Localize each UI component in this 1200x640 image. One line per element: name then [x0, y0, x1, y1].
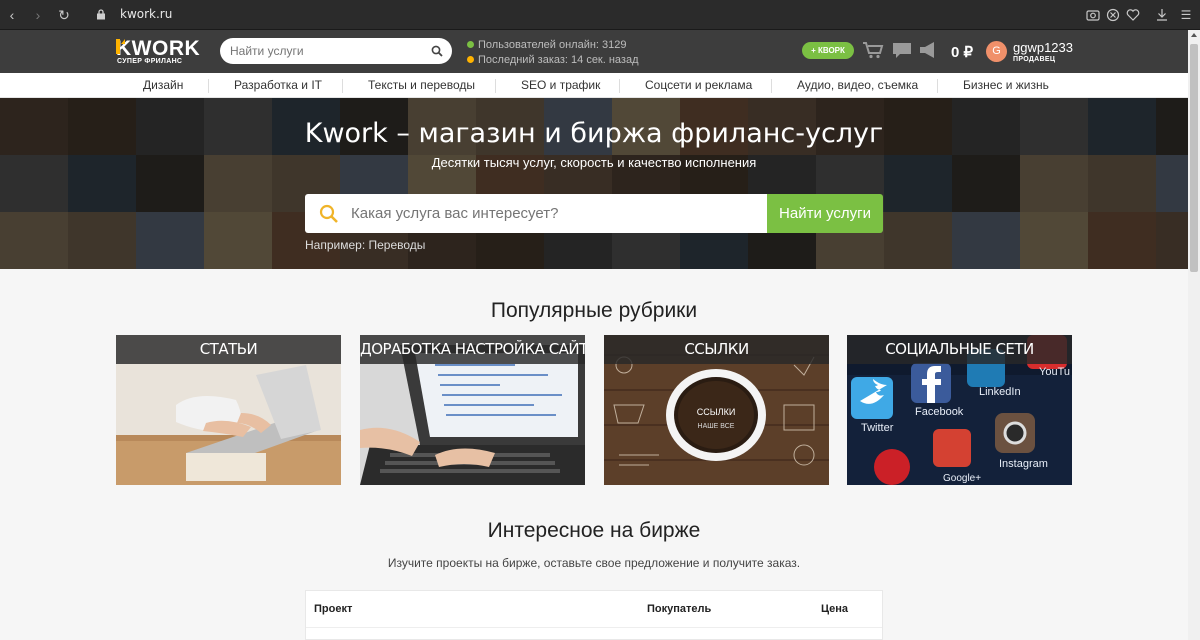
last-order-text: Последний заказ: 14 сек. назад — [478, 54, 639, 66]
hero-search-input[interactable] — [351, 194, 756, 233]
nav-divider — [342, 79, 343, 93]
username[interactable]: ggwp1233 — [1013, 40, 1073, 55]
nav-divider — [495, 79, 496, 93]
scroll-up-icon[interactable] — [1191, 33, 1197, 37]
google-plus-icon — [933, 429, 971, 467]
order-dot-icon — [467, 56, 474, 63]
block-icon[interactable] — [1106, 8, 1120, 22]
category-seo[interactable]: SEO и трафик — [521, 78, 600, 92]
nav-divider — [937, 79, 938, 93]
column-project: Проект — [314, 603, 353, 615]
menu-icon[interactable]: ☰ — [1178, 7, 1194, 23]
card-label-social: СОЦИАЛЬНЫЕ СЕТИ — [847, 335, 1072, 364]
category-social[interactable]: Соцсети и реклама — [645, 78, 752, 92]
browser-toolbar: ‹ › ↻ kwork.ru ☰ — [0, 0, 1200, 30]
messages-icon[interactable] — [892, 41, 912, 59]
reload-icon[interactable]: ↻ — [56, 7, 72, 23]
balance[interactable]: 0 ₽ — [951, 43, 973, 61]
scrollbar-thumb[interactable] — [1190, 44, 1198, 272]
category-design[interactable]: Дизайн — [143, 78, 183, 92]
table-divider — [306, 627, 882, 628]
linkedin-label: LinkedIn — [979, 386, 1021, 398]
card-label-links: ССЫЛКИ — [604, 335, 829, 364]
hero-search — [305, 194, 768, 233]
online-users-text: Пользователей онлайн: 3129 — [478, 39, 627, 51]
notifications-icon[interactable] — [918, 41, 940, 59]
exchange-section-title: Интересное на бирже — [487, 519, 701, 542]
avatar[interactable]: G — [986, 41, 1007, 62]
projects-table: Проект Покупатель Цена — [305, 590, 883, 640]
nav-divider — [208, 79, 209, 93]
pinterest-icon — [874, 449, 910, 485]
category-card-site-setup[interactable]: ДОРАБОТКА НАСТРОЙКА САЙТА — [360, 335, 585, 485]
google-plus-label: Google+ — [943, 473, 981, 484]
find-services-button[interactable]: Найти услуги — [767, 194, 883, 233]
links-cup-slogan: НАШЕ ВСЕ — [698, 423, 735, 430]
exchange-subtitle: Изучите проекты на бирже, оставьте свое … — [387, 556, 801, 570]
popular-section-title: Популярные рубрики — [490, 299, 698, 322]
online-dot-icon — [467, 41, 474, 48]
youtube-label: YouTu — [1039, 366, 1070, 378]
search-icon[interactable] — [431, 45, 443, 57]
heart-icon[interactable] — [1126, 8, 1140, 22]
camera-icon[interactable] — [1086, 8, 1100, 22]
page-scrollbar[interactable] — [1188, 30, 1200, 640]
column-buyer: Покупатель — [647, 603, 712, 615]
category-nav: Дизайн Разработка и IT Тексты и переводы… — [0, 73, 1188, 98]
header-search — [220, 38, 452, 64]
category-card-social[interactable]: Twitter Facebook LinkedIn YouTu Instagra… — [847, 335, 1072, 485]
category-development[interactable]: Разработка и IT — [234, 78, 322, 92]
category-business[interactable]: Бизнес и жизнь — [963, 78, 1049, 92]
add-kwork-button[interactable]: + КВОРК — [802, 42, 854, 59]
address-bar[interactable]: kwork.ru — [120, 7, 172, 21]
hero-title: Kwork – магазин и биржа фриланс-услуг — [304, 118, 884, 149]
card-label-articles: СТАТЬИ — [116, 335, 341, 364]
forward-icon[interactable]: › — [30, 7, 46, 23]
nav-divider — [619, 79, 620, 93]
logo-mark-icon — [116, 39, 125, 54]
hero-subtitle: Десятки тысяч услуг, скорость и качество… — [431, 155, 757, 170]
last-order-status: Последний заказ: 14 сек. назад — [467, 54, 639, 66]
online-users-status: Пользователей онлайн: 3129 — [467, 39, 627, 51]
instagram-label: Instagram — [999, 458, 1048, 470]
search-example-link[interactable]: Например: Переводы — [305, 238, 425, 252]
header-search-input[interactable] — [230, 38, 425, 64]
card-label-site-setup: ДОРАБОТКА НАСТРОЙКА САЙТА — [360, 335, 585, 364]
twitter-label: Twitter — [861, 422, 894, 434]
category-card-links[interactable]: ССЫЛКИ НАШЕ ВСЕ ССЫЛКИ — [604, 335, 829, 485]
logo-tagline: СУПЕР ФРИЛАНС — [117, 58, 183, 65]
category-card-articles[interactable]: СТАТЬИ — [116, 335, 341, 485]
cart-icon[interactable] — [862, 41, 884, 59]
download-icon[interactable] — [1155, 8, 1169, 22]
user-role: ПРОДАВЕЦ — [1013, 56, 1056, 63]
nav-divider — [771, 79, 772, 93]
links-cup-word: ССЫЛКИ — [697, 407, 736, 417]
facebook-label: Facebook — [915, 406, 964, 418]
back-icon[interactable]: ‹ — [4, 7, 20, 23]
category-texts[interactable]: Тексты и переводы — [368, 78, 475, 92]
search-icon — [319, 204, 338, 223]
category-audio-video[interactable]: Аудио, видео, съемка — [797, 78, 918, 92]
kwork-logo[interactable]: KWORK СУПЕР ФРИЛАНС — [116, 37, 211, 68]
column-price: Цена — [821, 603, 849, 615]
lock-icon — [97, 9, 105, 20]
